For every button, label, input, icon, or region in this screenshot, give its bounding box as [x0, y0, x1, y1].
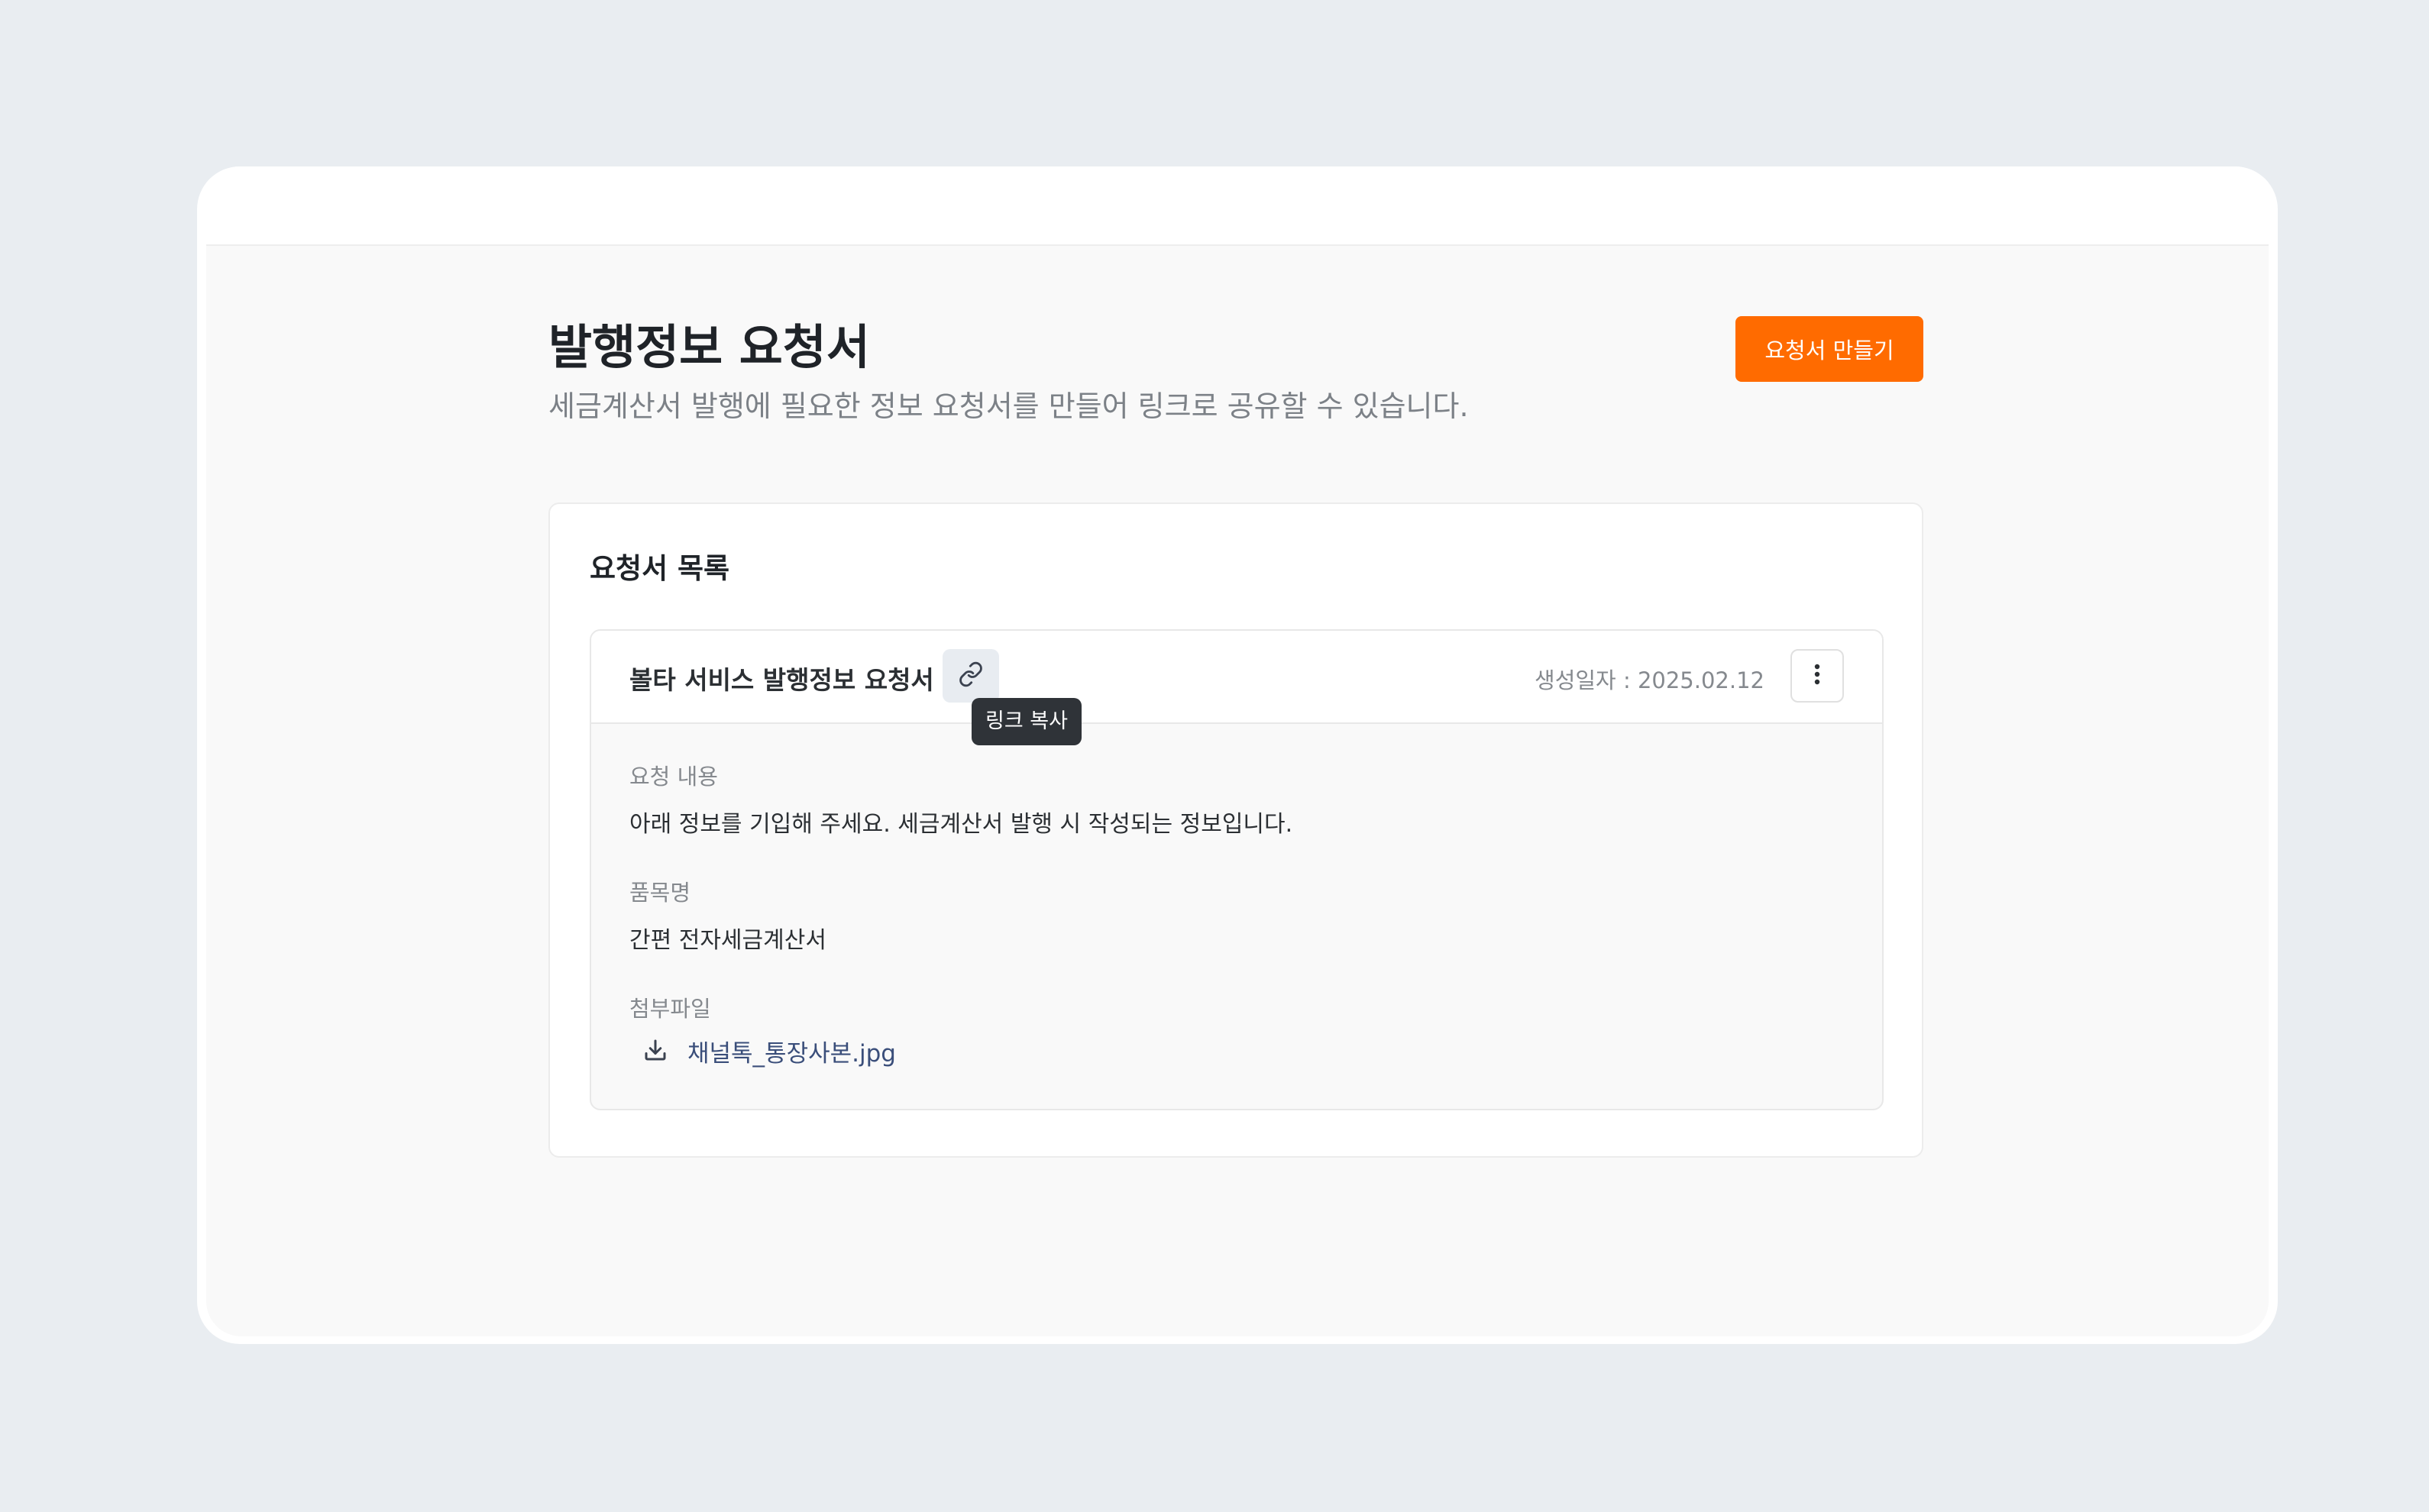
main-content: 발행정보 요청서 세금계산서 발행에 필요한 정보 요청서를 만들어 링크로 공…: [206, 244, 2269, 1336]
field-label-item-name: 품목명: [629, 880, 691, 906]
list-title: 요청서 목록: [590, 552, 730, 585]
create-request-button[interactable]: 요청서 만들기: [1735, 316, 1923, 382]
copy-link-button[interactable]: [943, 649, 999, 703]
request-item-name: 볼타 서비스 발행정보 요청서: [629, 665, 934, 695]
more-vertical-icon: [1813, 663, 1821, 689]
more-options-button[interactable]: [1790, 649, 1844, 703]
page-title: 발행정보 요청서: [548, 319, 870, 375]
request-list-card: 요청서 목록 볼타 서비스 발행정보 요청서 생성일자: 2025.02.12…: [548, 502, 1923, 1158]
field-label-attachment: 첨부파일: [629, 996, 711, 1022]
app-window: 발행정보 요청서 세금계산서 발행에 필요한 정보 요청서를 만들어 링크로 공…: [197, 166, 2278, 1344]
field-value-item-name: 간편 전자세금계산서: [629, 927, 826, 954]
download-icon: [642, 1036, 669, 1067]
attachment-file-name: 채널톡_통장사본.jpg: [687, 1040, 896, 1068]
field-value-request-content: 아래 정보를 기입해 주세요. 세금계산서 발행 시 작성되는 정보입니다.: [629, 811, 1293, 838]
window-top-bar: [206, 166, 2269, 244]
copy-link-tooltip: 링크 복사: [972, 698, 1082, 745]
request-item-header: 볼타 서비스 발행정보 요청서 생성일자 : 2025.02.12 링크 복사: [591, 631, 1882, 745]
field-label-request-content: 요청 내용: [629, 764, 718, 790]
created-date: 생성일자 : 2025.02.12: [1535, 667, 1764, 693]
attachment-download-link[interactable]: 채널톡_통장사본.jpg: [642, 1034, 896, 1068]
link-icon: [958, 661, 984, 690]
request-item: 볼타 서비스 발행정보 요청서 생성일자 : 2025.02.12 링크 복사 …: [590, 629, 1884, 1110]
page-subtitle: 세금계산서 발행에 필요한 정보 요청서를 만들어 링크로 공유할 수 있습니다…: [548, 389, 1469, 423]
